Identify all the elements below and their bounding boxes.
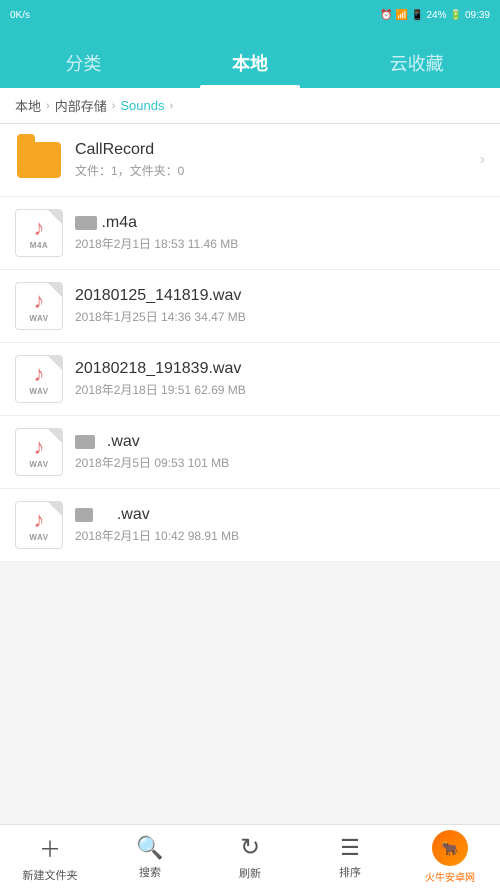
- redacted-block: [75, 216, 97, 230]
- toolbar-search-label: 搜索: [139, 864, 161, 880]
- file-meta: 2018年2月1日 18:53 11.46 MB: [75, 235, 485, 252]
- status-bar: 0K/s ⏰ 📶 📱 24% 🔋 09:39: [0, 0, 500, 30]
- header-tabs: 分类 本地 云收藏: [0, 30, 500, 88]
- battery-text: 24%: [427, 10, 447, 21]
- file-info: 20180125_141819.wav 2018年1月25日 14:36 34.…: [75, 287, 485, 325]
- toolbar-brand[interactable]: 🐂 火牛安卓网: [400, 825, 500, 889]
- file-name: .wav: [75, 433, 485, 451]
- list-item[interactable]: ♪ M4A .m4a 2018年2月1日 18:53 11.46 MB: [0, 197, 500, 270]
- sort-icon: ☰: [340, 835, 360, 861]
- tab-cloud[interactable]: 云收藏: [333, 50, 500, 88]
- audio-ext-label: M4A: [30, 241, 48, 250]
- breadcrumb-sep-1: ›: [46, 100, 50, 112]
- status-icons: ⏰ 📶 📱 24% 🔋 09:39: [380, 10, 490, 21]
- file-name: 20180125_141819.wav: [75, 287, 485, 305]
- file-name: CallRecord: [75, 141, 468, 159]
- audio-file-icon: ♪ M4A: [15, 209, 63, 257]
- list-item[interactable]: ♪ WAV .wav 2018年2月1日 10:42 98.91 MB: [0, 489, 500, 562]
- toolbar-sort-label: 排序: [339, 864, 361, 880]
- breadcrumb-sep-3: ›: [169, 100, 173, 112]
- toolbar-refresh-label: 刷新: [239, 865, 261, 881]
- toolbar-refresh[interactable]: ↻ 刷新: [200, 828, 300, 886]
- music-note-icon: ♪: [34, 363, 45, 385]
- toolbar-sort[interactable]: ☰ 排序: [300, 830, 400, 885]
- signal-icon: 📱: [411, 10, 423, 21]
- list-item[interactable]: ♪ WAV 20180218_191839.wav 2018年2月18日 19:…: [0, 343, 500, 416]
- file-name: .wav: [75, 506, 485, 524]
- audio-file-icon: ♪ WAV: [15, 355, 63, 403]
- refresh-icon: ↻: [240, 833, 260, 862]
- audio-ext-label: WAV: [29, 533, 48, 542]
- file-info: CallRecord 文件：1，文件夹：0: [75, 141, 468, 179]
- redacted-block-a: [75, 508, 93, 522]
- brand-label: 火牛安卓网: [425, 869, 475, 884]
- folder-icon: [15, 136, 63, 184]
- alarm-icon: ⏰: [380, 10, 392, 21]
- battery-icon: 🔋: [450, 10, 462, 21]
- file-list: CallRecord 文件：1，文件夹：0 › ♪ M4A .m4a 2018年…: [0, 124, 500, 822]
- file-info: .m4a 2018年2月1日 18:53 11.46 MB: [75, 214, 485, 252]
- breadcrumb-sounds[interactable]: Sounds: [120, 98, 164, 113]
- audio-file-icon: ♪ WAV: [15, 501, 63, 549]
- music-note-icon: ♪: [34, 509, 45, 531]
- list-item[interactable]: ♪ WAV .wav 2018年2月5日 09:53 101 MB: [0, 416, 500, 489]
- wifi-icon: 📶: [396, 10, 408, 21]
- arrow-icon: ›: [480, 151, 485, 169]
- search-icon: 🔍: [136, 835, 163, 861]
- tab-local[interactable]: 本地: [167, 50, 334, 88]
- breadcrumb-internal[interactable]: 内部存储: [55, 96, 107, 115]
- toolbar-new-folder-label: 新建文件夹: [23, 867, 78, 883]
- plus-icon: ＋: [39, 832, 61, 864]
- brand-logo: 🐂: [432, 830, 468, 866]
- tab-category[interactable]: 分类: [0, 50, 167, 88]
- file-meta: 2018年2月5日 09:53 101 MB: [75, 454, 485, 471]
- music-note-icon: ♪: [34, 436, 45, 458]
- music-note-icon: ♪: [34, 217, 45, 239]
- folder-shape: [17, 142, 61, 178]
- clock: 09:39: [465, 10, 490, 21]
- list-item[interactable]: ♪ WAV 20180125_141819.wav 2018年1月25日 14:…: [0, 270, 500, 343]
- file-name: .m4a: [75, 214, 485, 232]
- status-speed: 0K/s: [10, 10, 376, 21]
- file-info: 20180218_191839.wav 2018年2月18日 19:51 62.…: [75, 360, 485, 398]
- breadcrumb: 本地 › 内部存储 › Sounds ›: [0, 88, 500, 124]
- file-info: .wav 2018年2月1日 10:42 98.91 MB: [75, 506, 485, 544]
- audio-file-icon: ♪ WAV: [15, 428, 63, 476]
- audio-ext-label: WAV: [29, 460, 48, 469]
- file-meta: 2018年1月25日 14:36 34.47 MB: [75, 308, 485, 325]
- toolbar-new-folder[interactable]: ＋ 新建文件夹: [0, 827, 100, 888]
- file-meta: 2018年2月18日 19:51 62.69 MB: [75, 381, 485, 398]
- audio-ext-label: WAV: [29, 314, 48, 323]
- list-item[interactable]: CallRecord 文件：1，文件夹：0 ›: [0, 124, 500, 197]
- audio-file-icon: ♪ WAV: [15, 282, 63, 330]
- music-note-icon: ♪: [34, 290, 45, 312]
- redacted-block: [75, 435, 95, 449]
- file-meta: 2018年2月1日 10:42 98.91 MB: [75, 527, 485, 544]
- audio-ext-label: WAV: [29, 387, 48, 396]
- file-info: .wav 2018年2月5日 09:53 101 MB: [75, 433, 485, 471]
- breadcrumb-sep-2: ›: [112, 100, 116, 112]
- breadcrumb-local[interactable]: 本地: [15, 96, 41, 115]
- toolbar-search[interactable]: 🔍 搜索: [100, 830, 200, 885]
- file-name: 20180218_191839.wav: [75, 360, 485, 378]
- file-meta: 文件：1，文件夹：0: [75, 162, 468, 179]
- bottom-toolbar: ＋ 新建文件夹 🔍 搜索 ↻ 刷新 ☰ 排序 🐂 火牛安卓网: [0, 824, 500, 889]
